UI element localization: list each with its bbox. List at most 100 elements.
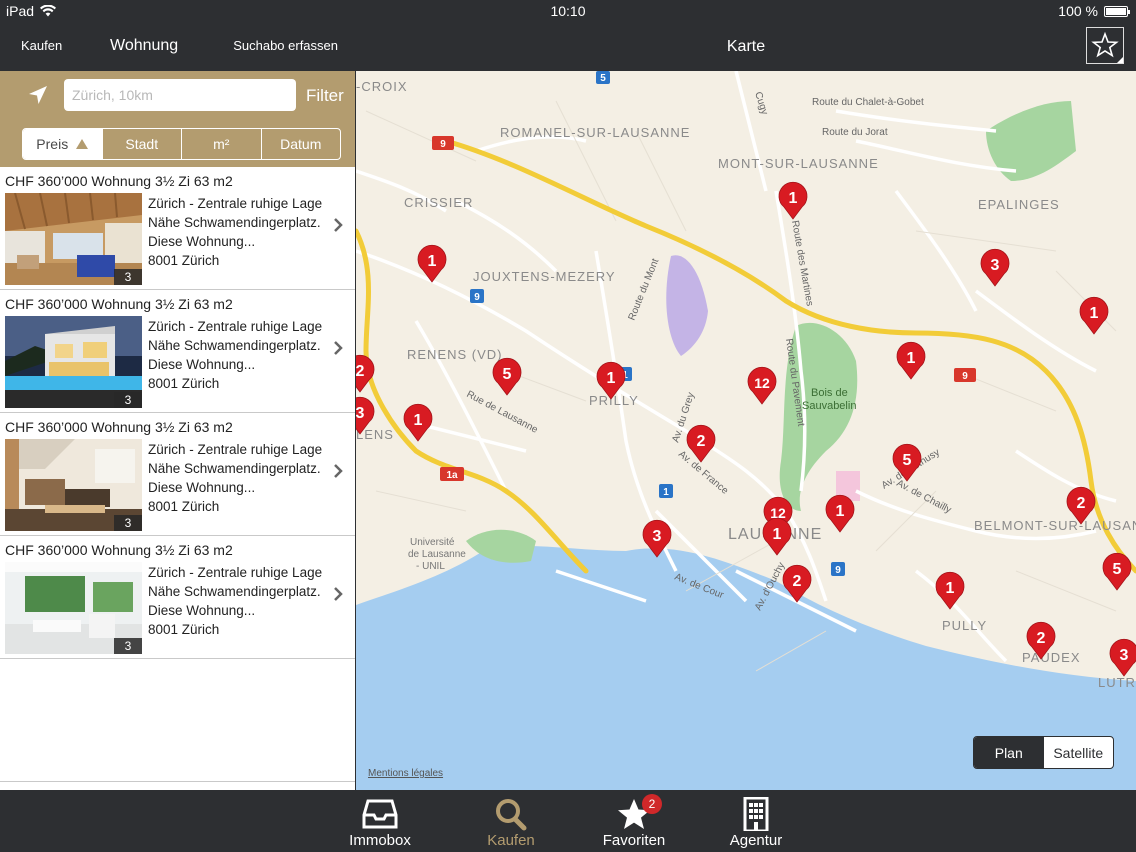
map-navigation-bar: Karte [356,0,1136,71]
listing-line: Diese Wohnung... [148,480,256,495]
location-arrow-icon[interactable] [27,84,49,106]
listing-list: CHF 360’000 Wohnung 3½ Zi 63 m2 3 Zürich… [0,167,355,659]
inbox-icon [362,799,398,829]
location-search-input[interactable] [64,79,296,111]
pin-count-label: 1 [789,190,798,207]
map-canvas[interactable]: 9 5 9 9 1a 1 1 9 -CROIX ROMANEL-SUR-LAUS… [356,71,1136,790]
list-item[interactable]: CHF 360’000 Wohnung 3½ Zi 63 m2 3 Zürich… [0,413,355,536]
search-subscription-button[interactable]: Suchabo erfassen [233,38,338,53]
chevron-right-icon [334,341,343,355]
listing-line: Nähe Schwamendingerplatz. [148,584,321,599]
road-shield: 1 [659,484,673,498]
road-shield-label: 9 [835,565,841,576]
tab-agentur[interactable]: Agentur [701,790,811,852]
tab-bar: Immobox Kaufen 2 Favoriten Agentur [0,790,1136,852]
listing-line: Zürich - Zentrale ruhige Lage [148,319,323,334]
list-item[interactable]: CHF 360’000 Wohnung 3½ Zi 63 m2 3 Zürich… [0,290,355,413]
pin-count-label: 2 [697,433,706,450]
listing-description: Zürich - Zentrale ruhige Lage Nähe Schwa… [148,317,322,393]
listing-photo: 3 [5,439,142,531]
place-label: MONT-SUR-LAUSANNE [718,156,879,171]
listing-description: Zürich - Zentrale ruhige Lage Nähe Schwa… [148,440,322,516]
listing-address: 8001 Zürich [148,376,220,391]
place-label: PAUDEX [1022,650,1081,665]
sort-area-button[interactable]: m² [181,129,261,159]
pin-count-label: 1 [607,370,616,387]
road-shield-label: 1a [446,470,458,481]
legal-notice-link[interactable]: Mentions légales [368,768,443,779]
listing-headline: CHF 360’000 Wohnung 3½ Zi 63 m2 [5,419,233,435]
save-favorite-button[interactable] [1086,27,1124,64]
list-end-divider [0,781,355,782]
tab-favoriten[interactable]: 2 Favoriten [579,790,689,852]
tab-label: Favoriten [602,832,666,849]
place-label: RENENS (VD) [407,347,503,362]
road-shield-label: 5 [600,73,606,84]
chevron-right-icon [334,587,343,601]
map-title: Karte [726,38,766,55]
filter-button[interactable]: Filter [306,86,344,106]
pin-count-label: 3 [653,528,662,545]
pin-count-label: 2 [793,573,802,590]
back-button[interactable]: Kaufen [21,38,62,53]
road-shield-label: 9 [474,292,480,303]
photo-count-badge: 3 [114,269,142,285]
map-view[interactable]: 9 5 9 9 1a 1 1 9 -CROIX ROMANEL-SUR-LAUS… [356,71,1136,790]
road-shield-label: 9 [962,371,968,382]
chevron-right-icon [334,464,343,478]
road-shield: 9 [831,562,845,576]
pin-count-label: 1 [1090,305,1099,322]
list-item[interactable]: CHF 360’000 Wohnung 3½ Zi 63 m2 3 Zürich… [0,167,355,290]
tab-label: Agentur [729,832,783,849]
pin-count-label: 5 [903,452,912,469]
search-filter-area: Filter Preis Stadt m² Datum [0,71,355,167]
place-label: de Lausanne [408,549,466,560]
photo-count-badge: 3 [114,392,142,408]
listing-photo: 3 [5,193,142,285]
map-mode-satellite-button[interactable]: Satellite [1044,737,1114,768]
pin-count-label: 5 [1113,561,1122,578]
place-label: Université [410,537,455,548]
left-navigation-bar: Kaufen Wohnung Suchabo erfassen [0,0,355,71]
tab-kaufen[interactable]: Kaufen [456,790,566,852]
road-shield-label: 9 [440,139,446,150]
place-label: EPALINGES [978,197,1060,212]
sort-price-button[interactable]: Preis [23,129,102,159]
search-icon [496,799,527,831]
listing-headline: CHF 360’000 Wohnung 3½ Zi 63 m2 [5,542,233,558]
photo-count-badge: 3 [114,515,142,531]
listing-line: Zürich - Zentrale ruhige Lage [148,565,323,580]
list-item[interactable]: CHF 360’000 Wohnung 3½ Zi 63 m2 3 Zürich… [0,536,355,659]
place-label: -CROIX [356,79,408,94]
road-shield: 9 [432,136,454,150]
favorites-count-badge: 2 [642,794,662,814]
road-shield: 9 [954,368,976,382]
listing-address: 8001 Zürich [148,622,220,637]
map-mode-plan-button[interactable]: Plan [974,737,1044,768]
listing-photo: 3 [5,562,142,654]
pin-count-label: 2 [1077,495,1086,512]
photo-count-badge: 3 [114,638,142,654]
street-label: Route du Chalet-à-Gobet [812,97,924,108]
pin-count-label: 3 [1120,647,1129,664]
pin-count-label: 1 [414,412,423,429]
pin-count-label: 5 [503,366,512,383]
listing-address: 8001 Zürich [148,253,220,268]
listing-line: Nähe Schwamendingerplatz. [148,461,321,476]
pin-count-label: 1 [428,253,437,270]
sort-city-button[interactable]: Stadt [101,129,182,159]
pin-count-label: 1 [946,580,955,597]
sort-ascending-icon [76,139,89,149]
tab-immobox[interactable]: Immobox [325,790,435,852]
listing-photo: 3 [5,316,142,408]
place-label: BELMONT-SUR-LAUSAN [974,518,1136,533]
sort-date-button[interactable]: Datum [260,129,341,159]
place-label: Bois de [811,387,848,399]
tab-label: Kaufen [487,832,535,849]
pin-count-label: 3 [991,257,1000,274]
listing-line: Diese Wohnung... [148,357,256,372]
pin-count-label: 1 [836,503,845,520]
pin-count-label: 2 [1037,630,1046,647]
listing-line: Nähe Schwamendingerplatz. [148,215,321,230]
left-nav-title: Wohnung [110,37,179,54]
